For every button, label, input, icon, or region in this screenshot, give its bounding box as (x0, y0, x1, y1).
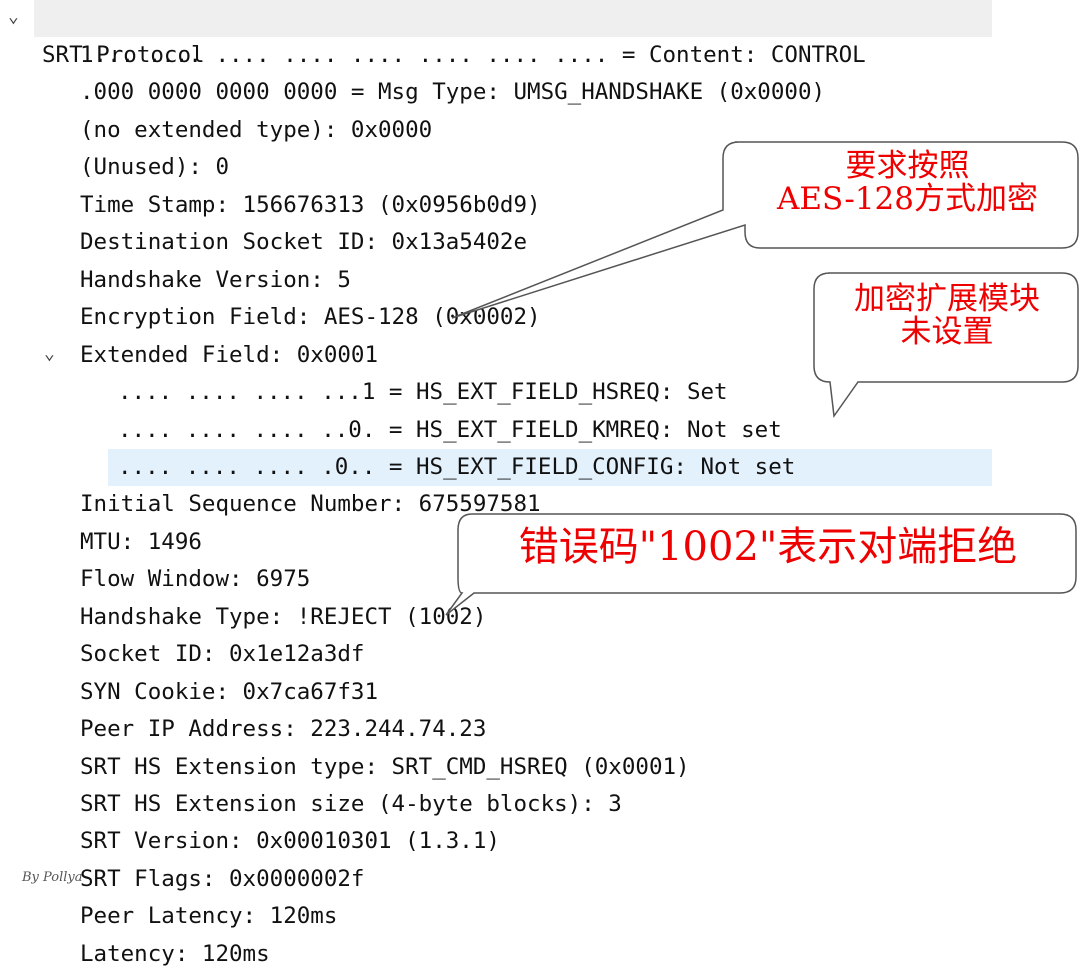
tree-row[interactable]: .... .... .... ...1 = HS_EXT_FIELD_HSREQ… (118, 374, 728, 411)
tree-row[interactable]: Flow Window: 6975 (80, 561, 310, 598)
tree-row[interactable]: Socket ID: 0x1e12a3df (80, 636, 364, 673)
tree-row[interactable]: (no extended type): 0x0000 (80, 112, 432, 149)
srt-protocol-header[interactable]: SRT Protocol (34, 0, 992, 68)
tree-row[interactable]: Handshake Version: 5 (80, 262, 351, 299)
callout-reject-text: 错误码"1002"表示对端拒绝 (518, 524, 1018, 570)
tree-row[interactable]: SYN Cookie: 0x7ca67f31 (80, 674, 378, 711)
chevron-down-icon[interactable]: ⌄ (44, 343, 55, 364)
tree-row[interactable]: Time Stamp: 156676313 (0x0956b0d9) (80, 187, 541, 224)
callout-kmreq-text: 加密扩展模块 未设置 (854, 281, 1040, 350)
callout-encryption-text: 要求按照 AES-128方式加密 (776, 148, 1039, 217)
tree-row[interactable]: SRT Version: 0x00010301 (1.3.1) (80, 823, 500, 860)
author-signature: By Pollya (22, 870, 83, 885)
tree-row[interactable]: Peer IP Address: 223.244.74.23 (80, 711, 486, 748)
tree-row[interactable]: .... .... .... ..0. = HS_EXT_FIELD_KMREQ… (118, 412, 782, 449)
tree-row[interactable]: 1... .... .... .... .... .... .... .... … (80, 37, 866, 74)
tree-row[interactable]: .... .... .... .0.. = HS_EXT_FIELD_CONFI… (118, 449, 795, 486)
tree-row[interactable]: Latency: 120ms (80, 936, 270, 973)
tree-row[interactable]: (Unused): 0 (80, 149, 229, 186)
chevron-down-icon[interactable]: ⌄ (8, 6, 19, 27)
tree-row[interactable]: SRT Flags: 0x0000002f (80, 861, 364, 898)
tree-row[interactable]: MTU: 1496 (80, 524, 202, 561)
tree-row[interactable]: Encryption Field: AES-128 (0x0002) (80, 299, 541, 336)
tree-row[interactable]: Initial Sequence Number: 675597581 (80, 486, 541, 523)
tree-row[interactable]: SRT HS Extension type: SRT_CMD_HSREQ (0x… (80, 749, 690, 786)
tree-row[interactable]: SRT HS Extension size (4-byte blocks): 3 (80, 786, 622, 823)
tree-row[interactable]: Handshake Type: !REJECT (1002) (80, 599, 486, 636)
tree-row[interactable]: .000 0000 0000 0000 = Msg Type: UMSG_HAN… (80, 74, 825, 111)
tree-row[interactable]: Destination Socket ID: 0x13a5402e (80, 224, 527, 261)
extended-field-node[interactable]: Extended Field: 0x0001 (80, 337, 378, 374)
tree-row[interactable]: Peer Latency: 120ms (80, 898, 337, 935)
